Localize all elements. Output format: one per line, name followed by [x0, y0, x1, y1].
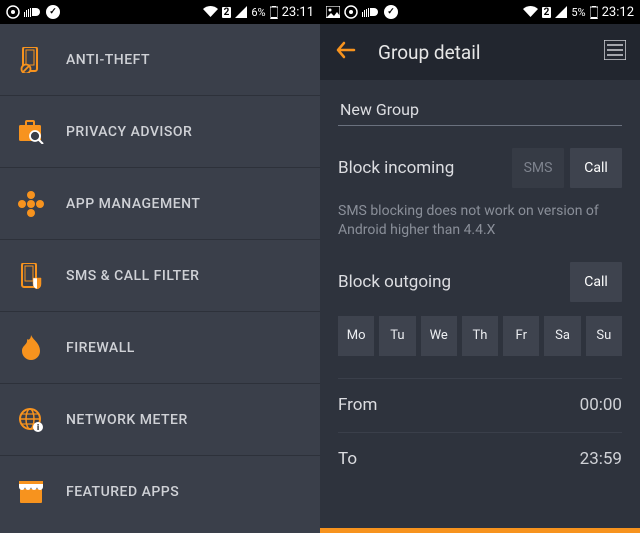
menu-label: ANTI-THEFT [66, 52, 150, 68]
phone-shield-icon [18, 263, 44, 289]
app-circle-icon [6, 5, 20, 19]
wifi-icon [523, 6, 538, 18]
day-we[interactable]: We [421, 316, 457, 356]
gallery-icon [326, 6, 340, 18]
menu-label: FIREWALL [66, 340, 135, 356]
app-circle-icon [344, 5, 358, 19]
time-to-label: To [338, 449, 580, 469]
menu-label: SMS & CALL FILTER [66, 268, 199, 284]
day-fr[interactable]: Fr [503, 316, 539, 356]
menu-item-featured-apps[interactable]: FEATURED APPS [0, 456, 320, 528]
main-menu: ANTI-THEFT PRIVACY ADVISOR APP MANAGEMEN… [0, 24, 320, 533]
page-title: Group detail [378, 41, 584, 64]
time-from-value: 00:00 [580, 395, 622, 415]
battery-icon [590, 6, 598, 19]
day-su[interactable]: Su [586, 316, 622, 356]
menu-label: FEATURED APPS [66, 484, 179, 500]
time-to-value: 23:59 [580, 449, 622, 469]
check-badge-icon: ✓ [384, 5, 398, 19]
time-to-row[interactable]: To 23:59 [338, 432, 622, 486]
day-selector: Mo Tu We Th Fr Sa Su [338, 316, 622, 356]
day-mo[interactable]: Mo [338, 316, 374, 356]
menu-label: APP MANAGEMENT [66, 196, 200, 212]
menu-label: NETWORK METER [66, 412, 188, 428]
block-incoming-call-toggle[interactable]: Call [570, 148, 622, 188]
day-sa[interactable]: Sa [544, 316, 580, 356]
header-bar: Group detail [320, 24, 640, 80]
battery-percent: 6% [251, 6, 265, 19]
signal-icon [235, 6, 247, 18]
status-bar-right: ✓ 2 5% 23:12 [320, 0, 640, 24]
clock: 23:11 [282, 5, 314, 20]
menu-item-privacy-advisor[interactable]: PRIVACY ADVISOR [0, 96, 320, 168]
menu-label: PRIVACY ADVISOR [66, 124, 192, 140]
block-incoming-sms-toggle: SMS [512, 148, 564, 188]
check-badge-icon: ✓ [46, 5, 60, 19]
back-button[interactable] [334, 38, 358, 66]
block-outgoing-call-toggle[interactable]: Call [570, 262, 622, 302]
signal-icon [555, 6, 567, 18]
sim-indicator: 2 [222, 7, 232, 18]
svg-text:i: i [37, 423, 39, 432]
wifi-icon [203, 6, 218, 18]
day-th[interactable]: Th [462, 316, 498, 356]
briefcase-search-icon [18, 119, 44, 145]
accent-footer [320, 528, 640, 533]
flame-icon [18, 335, 44, 361]
group-name-input[interactable]: New Group [338, 94, 622, 126]
menu-item-sms-call-filter[interactable]: SMS & CALL FILTER [0, 240, 320, 312]
clock: 23:12 [602, 5, 634, 20]
battery-icon [270, 6, 278, 19]
battery-percent: 5% [571, 6, 585, 19]
menu-item-network-meter[interactable]: i NETWORK METER [0, 384, 320, 456]
list-view-button[interactable] [604, 40, 626, 64]
soundcloud-icon [24, 7, 42, 17]
phone-block-icon [18, 47, 44, 73]
store-icon [18, 479, 44, 505]
puzzle-icon [18, 191, 44, 217]
soundcloud-icon [362, 7, 380, 17]
day-tu[interactable]: Tu [379, 316, 415, 356]
menu-item-firewall[interactable]: FIREWALL [0, 312, 320, 384]
status-bar-left: ✓ 2 6% 23:11 [0, 0, 320, 24]
block-incoming-label: Block incoming [338, 158, 506, 178]
time-from-row[interactable]: From 00:00 [338, 378, 622, 432]
block-outgoing-label: Block outgoing [338, 272, 564, 292]
menu-item-anti-theft[interactable]: ANTI-THEFT [0, 24, 320, 96]
sim-indicator: 2 [542, 7, 552, 18]
menu-item-app-management[interactable]: APP MANAGEMENT [0, 168, 320, 240]
sms-blocking-note: SMS blocking does not work on version of… [338, 202, 622, 240]
time-from-label: From [338, 395, 580, 415]
globe-info-icon: i [18, 407, 44, 433]
